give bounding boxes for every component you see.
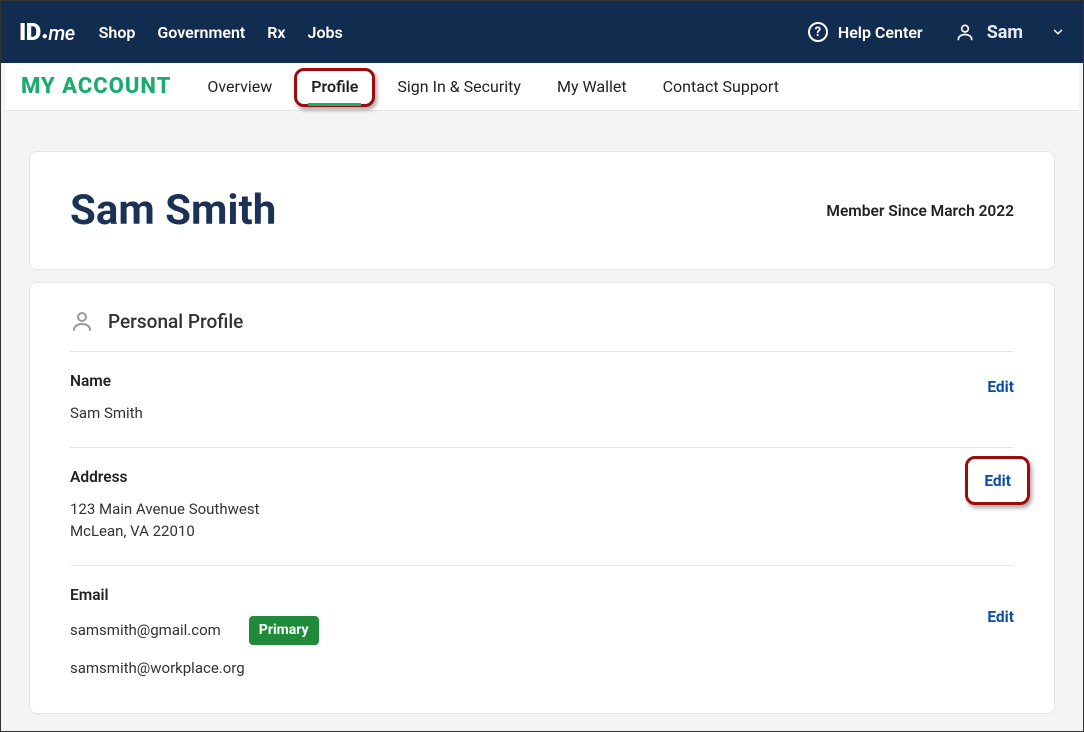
- email-address-0: samsmith@gmail.com: [70, 619, 221, 642]
- email-row-primary: samsmith@gmail.com Primary: [70, 616, 987, 645]
- field-value-email: samsmith@gmail.com Primary samsmith@work…: [70, 616, 987, 680]
- tab-contact-support[interactable]: Contact Support: [663, 63, 779, 110]
- field-row-email: Email samsmith@gmail.com Primary samsmit…: [70, 566, 1014, 684]
- user-menu[interactable]: Sam: [955, 22, 1065, 43]
- tab-signin-security[interactable]: Sign In & Security: [397, 63, 521, 110]
- tab-profile-highlight: Profile: [294, 68, 375, 107]
- edit-address-link[interactable]: Edit: [984, 472, 1011, 490]
- section-title: Personal Profile: [108, 310, 243, 333]
- logo-id: ID: [19, 18, 41, 46]
- page-title: Sam Smith: [70, 186, 276, 235]
- logo-dot: ●: [42, 31, 48, 42]
- page: Sam Smith Member Since March 2022 Person…: [1, 111, 1083, 714]
- member-since: Member Since March 2022: [826, 202, 1014, 220]
- person-icon: [70, 309, 94, 333]
- field-content-address: Address 123 Main Avenue Southwest McLean…: [70, 468, 981, 543]
- edit-email-link[interactable]: Edit: [987, 608, 1014, 626]
- user-icon: [955, 22, 975, 42]
- tabs: Overview Profile Sign In & Security My W…: [207, 63, 779, 110]
- nav-link-government[interactable]: Government: [157, 23, 245, 42]
- nav-link-rx[interactable]: Rx: [267, 23, 285, 42]
- chevron-down-icon: [1051, 25, 1065, 39]
- user-name: Sam: [987, 22, 1023, 43]
- sub-nav: MY ACCOUNT Overview Profile Sign In & Se…: [5, 63, 1079, 111]
- email-address-1: samsmith@workplace.org: [70, 657, 245, 680]
- logo-me: me: [48, 21, 74, 45]
- subnav-title: MY ACCOUNT: [21, 74, 171, 99]
- field-label-name: Name: [70, 372, 987, 390]
- profile-card: Personal Profile Name Sam Smith Edit Add…: [29, 282, 1055, 714]
- section-header: Personal Profile: [70, 309, 1014, 352]
- name-card: Sam Smith Member Since March 2022: [29, 151, 1055, 270]
- address-line1: 123 Main Avenue Southwest: [70, 498, 981, 521]
- help-icon: ?: [808, 22, 828, 42]
- tab-profile[interactable]: Profile: [308, 63, 361, 110]
- field-row-address: Address 123 Main Avenue Southwest McLean…: [70, 448, 1014, 566]
- field-label-address: Address: [70, 468, 981, 486]
- email-row-secondary: samsmith@workplace.org: [70, 657, 987, 680]
- address-line2: McLean, VA 22010: [70, 520, 981, 543]
- tab-profile-label: Profile: [311, 77, 358, 96]
- edit-address-highlight: Edit: [965, 456, 1030, 505]
- tab-overview[interactable]: Overview: [207, 63, 272, 110]
- logo[interactable]: ID●me: [19, 18, 75, 46]
- field-label-email: Email: [70, 586, 987, 604]
- field-content-name: Name Sam Smith: [70, 372, 987, 425]
- field-value-address: 123 Main Avenue Southwest McLean, VA 220…: [70, 498, 981, 543]
- primary-badge: Primary: [249, 616, 319, 645]
- field-value-name: Sam Smith: [70, 402, 987, 425]
- help-center-label: Help Center: [838, 23, 923, 42]
- edit-name-link[interactable]: Edit: [987, 378, 1014, 396]
- help-center-link[interactable]: ? Help Center: [808, 22, 923, 42]
- field-row-name: Name Sam Smith Edit: [70, 352, 1014, 448]
- nav-link-jobs[interactable]: Jobs: [308, 23, 343, 42]
- nav-link-shop[interactable]: Shop: [99, 23, 136, 42]
- field-content-email: Email samsmith@gmail.com Primary samsmit…: [70, 586, 987, 680]
- top-nav-links: Shop Government Rx Jobs: [99, 23, 343, 42]
- top-nav: ID●me Shop Government Rx Jobs ? Help Cen…: [1, 1, 1083, 63]
- tab-my-wallet[interactable]: My Wallet: [557, 63, 627, 110]
